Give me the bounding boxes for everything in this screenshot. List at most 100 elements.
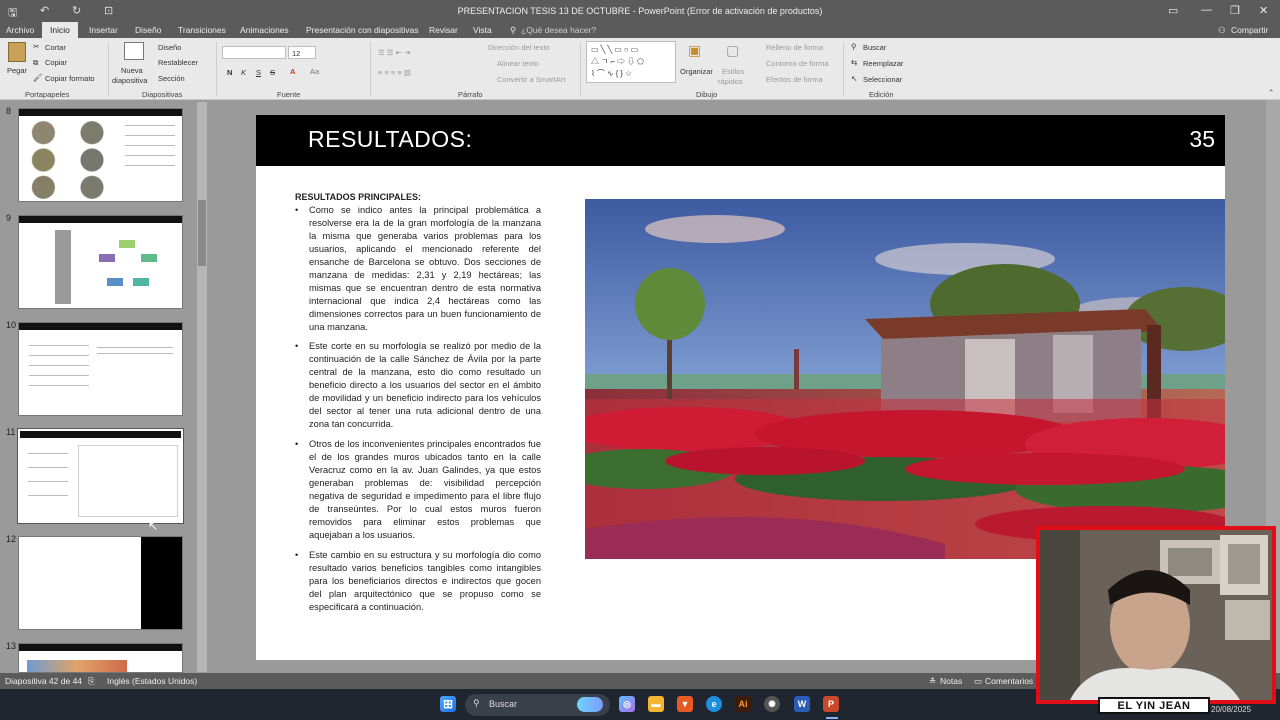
section-button[interactable]: Sección [158,74,185,83]
thumbnail-plan-drawing [78,445,178,517]
bold-button[interactable]: N [227,68,232,77]
tell-me-search[interactable]: ¿Qué desea hacer? [521,25,596,35]
replace-icon[interactable]: ⇆ [851,58,857,67]
edge-browser-icon[interactable]: e [706,696,722,712]
language-indicator[interactable]: Inglés (Estados Unidos) [107,676,197,686]
thumbnail-scrollbar[interactable] [197,102,207,672]
slide-thumbnail-12[interactable] [18,536,183,630]
chatgpt-icon[interactable]: ✺ [764,696,780,712]
bullets-icon[interactable]: ☰ ☰ ⇤ ⇥ [378,48,410,57]
share-button[interactable]: Compartir [1231,25,1268,35]
tab-insertar[interactable]: Insertar [89,25,118,35]
align-icons[interactable]: ≡ ≡ ≡ ≡ ▥ [378,68,411,77]
tab-vista[interactable]: Vista [473,25,492,35]
strikethrough-button[interactable]: S [270,68,275,77]
select-button[interactable]: Seleccionar [863,75,902,84]
comments-icon[interactable]: ▭ [974,676,982,687]
thumbnail-diagram-node [119,240,135,248]
font-size-input[interactable]: 12 [288,46,316,59]
windows-start-icon[interactable]: ⊞ [440,696,456,712]
arrange-icon[interactable]: ▣ [688,42,701,59]
collapse-ribbon-icon[interactable]: ⌃ [1268,88,1274,97]
comments-button[interactable]: Comentarios [985,676,1033,686]
brave-browser-icon[interactable]: ▼ [677,696,693,712]
align-text-button[interactable]: Alinear texto [497,59,539,68]
quick-styles-label-2[interactable]: rápidos [718,77,743,86]
tab-animaciones[interactable]: Animaciones [240,25,289,35]
copilot-icon[interactable]: ◎ [619,696,635,712]
copy-icon[interactable]: ⧉ [33,58,38,68]
select-icon[interactable]: ↖ [851,74,857,83]
new-slide-label[interactable]: Nueva [121,66,143,75]
cut-button[interactable]: Cortar [45,43,66,52]
maximize-button[interactable]: ❐ [1230,4,1240,17]
thumbnail-scroll-thumb[interactable] [198,200,206,266]
slide-thumbnail-10[interactable] [18,322,183,416]
replace-button[interactable]: Reemplazar [863,59,903,68]
thumbnail-text-line [29,385,89,386]
font-name-input[interactable] [222,46,286,59]
font-color-icon[interactable]: A [290,67,295,76]
thumbnail-text-line [125,155,175,156]
shape-effects-button[interactable]: Efectos de forma [766,75,823,84]
slide-thumbnail-11[interactable] [17,428,184,524]
slide-body-text[interactable]: RESULTADOS PRINCIPALES: Como se indico a… [295,191,541,621]
file-explorer-icon[interactable]: ▬ [648,696,664,712]
thumbnail-header [19,109,182,116]
new-slide-icon[interactable] [124,42,144,60]
render-illustration [585,199,1225,559]
reset-button[interactable]: Restablecer [158,58,198,67]
shapes-gallery[interactable]: ▭╲╲▭○▭ △ㄱ⌐⇨⇩⬠ ⌇⌒∿{}☆ [586,41,676,83]
arrange-button[interactable]: Organizar [680,67,713,76]
ribbon-display-icon[interactable]: ▭ [1168,4,1178,17]
font-case-icon[interactable]: Aa [310,67,319,76]
new-slide-label-2[interactable]: diapositiva [112,76,147,85]
slide-number: 35 [1189,126,1215,152]
powerpoint-icon[interactable]: P [823,696,839,712]
quick-styles-label[interactable]: Estilos [722,67,744,76]
paste-icon[interactable] [8,42,26,62]
word-icon[interactable]: W [794,696,810,712]
close-button[interactable]: ✕ [1259,4,1268,17]
slide-thumbnail-9[interactable] [18,215,183,309]
cut-icon[interactable]: ✂ [33,42,39,51]
thumbnail-map-strip [27,660,127,672]
italic-button[interactable]: K [241,68,246,77]
minimize-button[interactable]: — [1201,4,1212,16]
slide-thumbnail-8[interactable] [18,108,183,202]
underline-button[interactable]: S [256,68,261,77]
render-image[interactable] [585,199,1225,559]
shape-outline-button[interactable]: Contorno de forma [766,59,829,68]
smartart-button[interactable]: Convertir a SmartArt [497,75,565,84]
format-painter-icon[interactable]: 🖌 [33,73,43,82]
window-title: PRESENTACION TESIS 13 DE OCTUBRE - Power… [457,6,823,16]
notes-button[interactable]: Notas [940,676,962,686]
slide-title[interactable]: RESULTADOS: [308,126,472,153]
tab-presentacion[interactable]: Presentación con diapositivas [306,25,418,35]
text-direction-button[interactable]: Dirección del texto [488,43,550,52]
find-icon[interactable]: ⚲ [851,42,857,51]
shape-fill-button[interactable]: Relleno de forma [766,43,823,52]
find-button[interactable]: Buscar [863,43,886,52]
slide-thumbnail-13[interactable] [18,643,183,673]
thumbnail-black-panel [141,537,182,629]
thumbnail-number: 11 [6,427,16,437]
layout-button[interactable]: Diseño [158,43,181,52]
quick-styles-icon[interactable]: ▢ [726,42,739,59]
copy-button[interactable]: Copiar [45,58,67,67]
tab-transiciones[interactable]: Transiciones [178,25,226,35]
tab-revisar[interactable]: Revisar [429,25,458,35]
format-painter-button[interactable]: Copiar formato [45,74,95,83]
tab-inicio[interactable]: Inicio [42,22,78,38]
notes-icon[interactable]: ≛ [929,676,936,687]
thumbnail-text-line [28,495,68,496]
spellcheck-icon[interactable]: ⎘ [88,676,95,687]
tab-archivo[interactable]: Archivo [6,25,34,35]
paste-button[interactable]: Pegar [7,66,27,75]
active-app-indicator [826,717,838,719]
thumbnail-text-line [29,345,89,346]
illustrator-icon[interactable]: Ai [735,696,751,712]
tab-diseno[interactable]: Diseño [135,25,161,35]
thumbnail-text-line [125,125,175,126]
taskbar-search[interactable]: ⚲ Buscar [465,694,610,716]
